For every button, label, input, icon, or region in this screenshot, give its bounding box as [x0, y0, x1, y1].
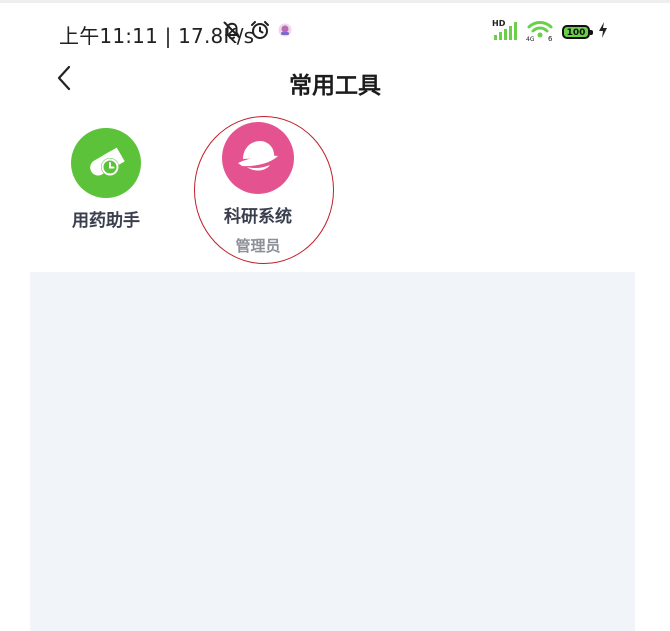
- battery-icon: 100: [562, 25, 593, 39]
- wifi-label: 6: [548, 35, 553, 42]
- page: 上午11:11 | 17.8K/s HD 4G 6 100 常用工具 用药助手 …: [0, 0, 670, 631]
- tool-sublabel: 管理员: [235, 237, 281, 255]
- tool-medication-assistant[interactable]: 用药助手: [46, 128, 166, 231]
- app-notification-icon: [277, 22, 293, 42]
- pill-clock-icon: [71, 128, 141, 198]
- charging-icon: [598, 22, 608, 42]
- tool-research-system[interactable]: 科研系统 管理员: [198, 122, 318, 256]
- page-title: 常用工具: [289, 73, 381, 99]
- status-icons-left: [221, 19, 293, 45]
- alarm-icon: [249, 19, 271, 45]
- nav-bar: 常用工具: [0, 58, 670, 102]
- hd-signal-icon: HD: [492, 18, 518, 46]
- network-label: 4G: [526, 36, 535, 42]
- content-panel: [30, 272, 635, 631]
- tool-label: 科研系统: [224, 207, 292, 227]
- battery-level: 100: [566, 28, 586, 38]
- status-bar: 上午11:11 | 17.8K/s HD 4G 6 100: [0, 14, 670, 50]
- status-icons-right: HD 4G 6 100: [492, 19, 608, 45]
- wifi-icon: 4G 6: [526, 18, 554, 46]
- bell-off-icon: [221, 19, 243, 45]
- battery-nub: [590, 30, 593, 35]
- tool-label: 用药助手: [72, 211, 140, 231]
- top-divider: [0, 0, 670, 3]
- hd-label: HD: [492, 19, 506, 28]
- planet-icon: [222, 122, 294, 194]
